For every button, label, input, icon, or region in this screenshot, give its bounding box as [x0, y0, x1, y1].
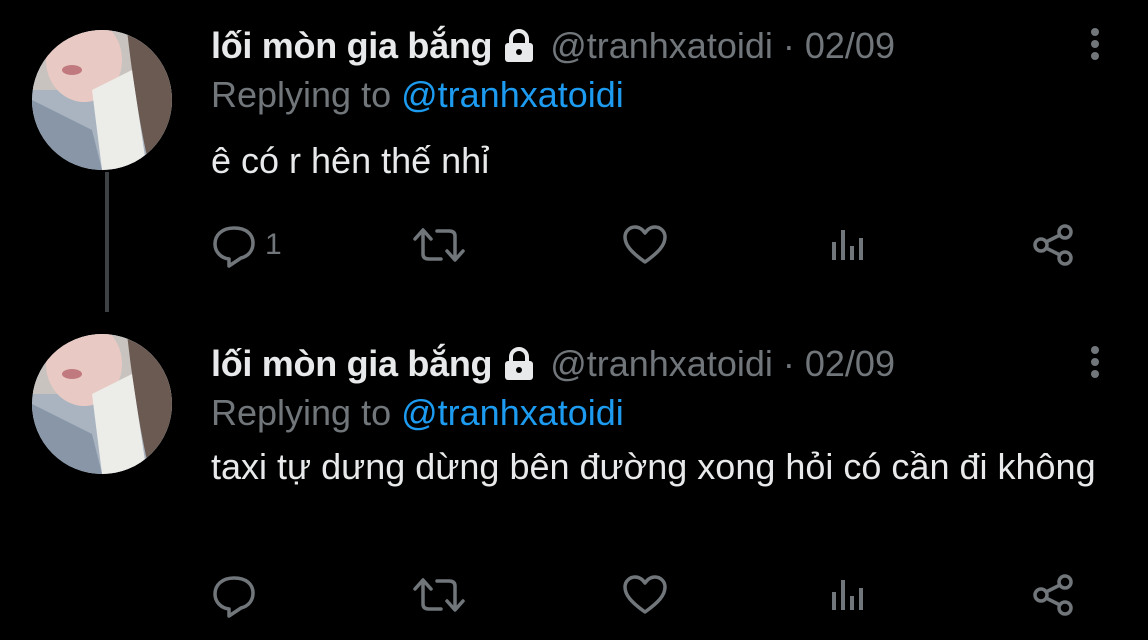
tweet[interactable]: lối mòn gia bắng @tranhxatoidi · 02/09 R…: [0, 318, 1148, 640]
action-bar: 1: [211, 220, 1091, 270]
thread-line: [105, 172, 109, 312]
retweet-button[interactable]: [411, 570, 467, 620]
tweet-date[interactable]: 02/09: [805, 25, 895, 67]
replying-handle-link[interactable]: @tranhxatoidi: [401, 74, 624, 115]
replying-prefix: Replying to: [211, 74, 392, 115]
more-icon[interactable]: [1084, 342, 1106, 386]
retweet-button[interactable]: [411, 220, 467, 270]
user-handle[interactable]: @tranhxatoidi: [550, 343, 773, 385]
replying-prefix: Replying to: [211, 392, 392, 433]
reply-button[interactable]: 1: [211, 220, 282, 270]
like-icon: [621, 572, 669, 618]
like-button[interactable]: [621, 570, 669, 620]
share-icon: [1029, 222, 1077, 268]
avatar[interactable]: [32, 30, 172, 170]
tweet[interactable]: lối mòn gia bắng @tranhxatoidi · 02/09 R…: [0, 0, 1148, 318]
display-name[interactable]: lối mòn gia bắng: [211, 343, 493, 385]
reply-icon: [211, 572, 257, 618]
replying-to: Replying to @tranhxatoidi: [211, 392, 624, 434]
reply-icon: [211, 222, 257, 268]
share-icon: [1029, 572, 1077, 618]
tweet-header: lối mòn gia bắng @tranhxatoidi · 02/09: [211, 342, 895, 386]
tweet-date[interactable]: 02/09: [805, 343, 895, 385]
more-icon[interactable]: [1084, 24, 1106, 68]
lock-icon: [502, 28, 536, 64]
share-button[interactable]: [1029, 570, 1077, 620]
views-button[interactable]: [826, 220, 866, 270]
avatar[interactable]: [32, 334, 172, 474]
like-button[interactable]: [621, 220, 669, 270]
separator: ·: [782, 343, 795, 384]
display-name[interactable]: lối mòn gia bắng: [211, 25, 493, 67]
views-icon: [826, 222, 866, 268]
views-button[interactable]: [826, 570, 866, 620]
tweet-text: taxi tự dưng dừng bên đường xong hỏi có …: [211, 446, 1096, 487]
replying-handle-link[interactable]: @tranhxatoidi: [401, 392, 624, 433]
user-handle[interactable]: @tranhxatoidi: [550, 25, 773, 67]
retweet-icon: [411, 222, 467, 268]
reply-count: 1: [265, 228, 282, 261]
action-bar: [211, 570, 1091, 620]
views-icon: [826, 572, 866, 618]
tweet-text: ê có r hên thế nhỉ: [211, 140, 490, 181]
reply-button[interactable]: [211, 570, 265, 620]
tweet-header: lối mòn gia bắng @tranhxatoidi · 02/09: [211, 24, 895, 68]
like-icon: [621, 222, 669, 268]
share-button[interactable]: [1029, 220, 1077, 270]
separator: ·: [782, 25, 795, 66]
retweet-icon: [411, 572, 467, 618]
lock-icon: [502, 346, 536, 382]
replying-to: Replying to @tranhxatoidi: [211, 74, 624, 116]
